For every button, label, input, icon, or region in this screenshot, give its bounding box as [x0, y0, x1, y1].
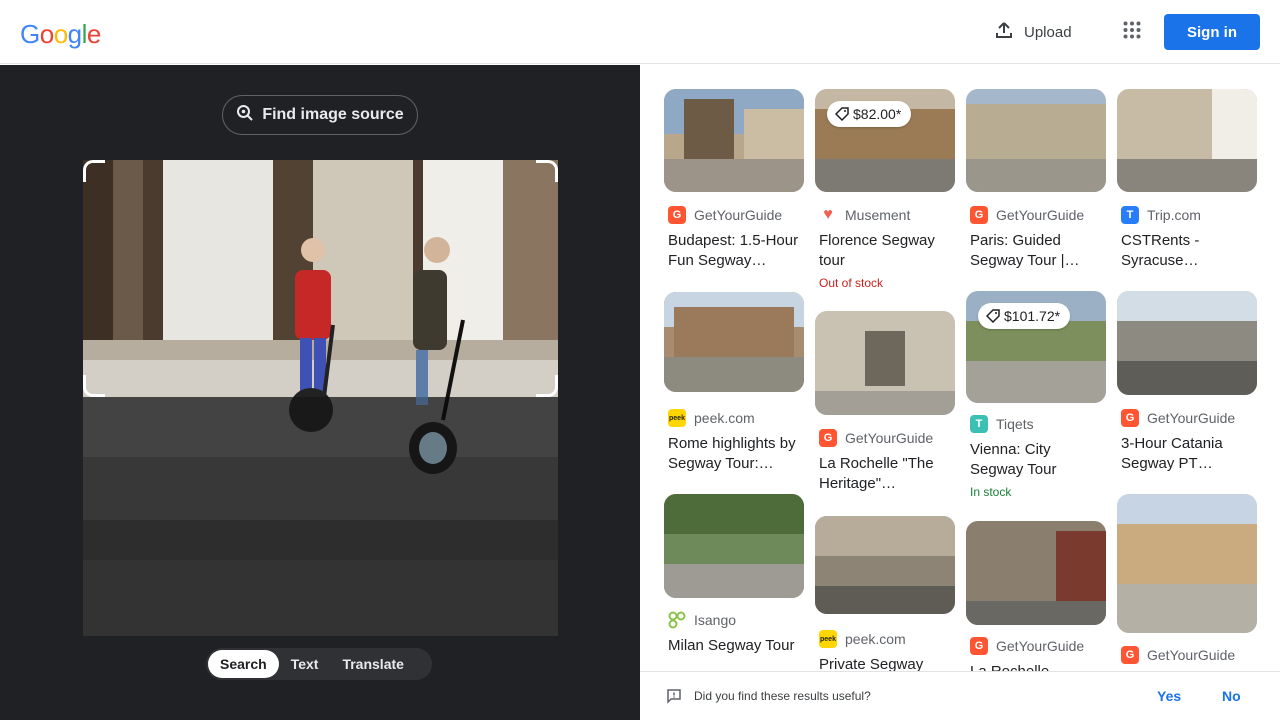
stock-status: In stock	[970, 485, 1012, 499]
apps-grid-icon	[1123, 21, 1141, 44]
feedback-no-button[interactable]: No	[1222, 688, 1241, 704]
lens-search-icon	[236, 104, 254, 127]
result-title[interactable]: Rome highlights by Segway Tour: Boo…	[668, 434, 802, 474]
result-source: T Trip.com	[1121, 206, 1201, 224]
result-source-label: GetYourGuide	[996, 207, 1085, 223]
result-source: G GetYourGuide	[819, 429, 933, 447]
result-source: ♥ Musement	[819, 206, 910, 224]
feedback-yes-button[interactable]: Yes	[1157, 688, 1181, 704]
result-thumbnail[interactable]	[815, 516, 955, 614]
feedback-icon	[666, 688, 682, 709]
result-title[interactable]: La Rochelle "The Heritage" Segway…	[819, 454, 953, 494]
result-title[interactable]: Florence Segway tour	[819, 231, 953, 271]
gyg-icon: G	[1121, 409, 1139, 427]
price-tag-icon	[986, 309, 1000, 323]
result-title[interactable]: Paris: Guided Segway Tour |…	[970, 231, 1104, 271]
logo-letter: o	[39, 19, 54, 49]
result-thumbnail[interactable]	[1117, 291, 1257, 395]
result-title[interactable]: Milan Segway Tour	[668, 636, 802, 656]
result-source-label: GetYourGuide	[1147, 647, 1236, 663]
google-apps-button[interactable]	[1114, 14, 1150, 50]
google-logo[interactable]: Google	[20, 19, 101, 50]
result-source: G GetYourGuide	[1121, 646, 1235, 664]
result-source: T Tiqets	[970, 415, 1034, 433]
result-source-label: GetYourGuide	[694, 207, 783, 223]
result-thumbnail[interactable]	[966, 521, 1106, 625]
result-source-label: Tiqets	[996, 416, 1034, 432]
visual-matches-grid: G GetYourGuide Budapest: 1.5-Hour Fun Se…	[640, 65, 1280, 671]
price-tag-icon	[835, 107, 849, 121]
result-thumbnail[interactable]	[966, 89, 1106, 192]
result-source-label: peek.com	[845, 631, 906, 647]
top-header: Google Upload Sign in	[0, 0, 1280, 64]
find-image-source-label: Find image source	[262, 106, 404, 123]
logo-letter: G	[20, 19, 40, 49]
result-source-label: Isango	[694, 612, 737, 628]
price-badge: $101.72*	[978, 303, 1071, 329]
result-source: G GetYourGuide	[970, 206, 1084, 224]
result-source: peek peek.com	[668, 409, 755, 427]
gyg-icon: G	[1121, 646, 1139, 664]
result-source: G GetYourGuide	[970, 637, 1084, 655]
sign-in-button[interactable]: Sign in	[1164, 14, 1260, 50]
price-badge: $82.00*	[827, 101, 912, 127]
result-title[interactable]: 3-Hour Catania Segway PT…	[1121, 434, 1255, 474]
logo-letter: e	[86, 19, 101, 49]
gyg-icon: G	[819, 429, 837, 447]
result-thumbnail[interactable]	[664, 494, 804, 598]
result-source-label: GetYourGuide	[1147, 410, 1236, 426]
result-title[interactable]: Private Segway	[819, 655, 953, 671]
result-title[interactable]: CSTRents - Syracuse Segway…	[1121, 231, 1255, 271]
result-source-label: Musement	[845, 207, 911, 223]
result-thumbnail[interactable]	[664, 292, 804, 392]
upload-label: Upload	[1024, 23, 1072, 41]
peek-icon: peek	[819, 630, 837, 648]
logo-letter: g	[67, 19, 82, 49]
result-source-label: GetYourGuide	[845, 430, 934, 446]
heart-icon: ♥	[823, 206, 833, 223]
result-thumbnail[interactable]	[1117, 494, 1257, 633]
result-source: G GetYourGuide	[1121, 409, 1235, 427]
tiqets-icon: T	[970, 415, 988, 433]
tab-text[interactable]: Text	[279, 650, 331, 678]
result-title[interactable]: Budapest: 1.5-Hour Fun Segway…	[668, 231, 802, 271]
tab-search[interactable]: Search	[208, 650, 279, 678]
gyg-icon: G	[970, 637, 988, 655]
peek-icon: peek	[668, 409, 686, 427]
query-image[interactable]	[83, 160, 558, 636]
tripcom-icon: T	[1121, 206, 1139, 224]
result-title[interactable]: La Rochelle	[970, 662, 1104, 671]
crop-handle-top-right[interactable]	[536, 160, 558, 182]
price-label: $101.72*	[1004, 308, 1061, 324]
result-source: G GetYourGuide	[668, 206, 782, 224]
upload-button[interactable]: Upload	[984, 16, 1082, 48]
result-source: Isango	[668, 611, 736, 629]
crop-handle-bottom-left[interactable]	[83, 375, 105, 397]
find-image-source-button[interactable]: Find image source	[222, 95, 418, 135]
logo-letter: o	[53, 19, 68, 49]
feedback-question: Did you find these results useful?	[694, 689, 871, 703]
stock-status: Out of stock	[819, 276, 884, 290]
isango-icon	[668, 611, 686, 629]
result-title[interactable]: Vienna: City Segway Tour	[970, 440, 1104, 480]
lens-panel: Find image source Search Text Translate	[0, 65, 640, 720]
price-label: $82.00*	[853, 106, 902, 122]
result-thumbnail[interactable]	[815, 311, 955, 415]
result-thumbnail[interactable]: $101.72*	[966, 291, 1106, 403]
result-source-label: GetYourGuide	[996, 638, 1085, 654]
result-thumbnail[interactable]	[1117, 89, 1257, 192]
feedback-bar: Did you find these results useful? Yes N…	[640, 671, 1280, 720]
result-source: peek peek.com	[819, 630, 906, 648]
result-thumbnail[interactable]: $82.00*	[815, 89, 955, 192]
gyg-icon: G	[668, 206, 686, 224]
upload-icon	[994, 20, 1014, 44]
lens-mode-tabs: Search Text Translate	[206, 648, 432, 680]
result-source-label: Trip.com	[1147, 207, 1201, 223]
gyg-icon: G	[970, 206, 988, 224]
result-source-label: peek.com	[694, 410, 755, 426]
crop-handle-bottom-right[interactable]	[536, 375, 558, 397]
result-thumbnail[interactable]	[664, 89, 804, 192]
crop-handle-top-left[interactable]	[83, 160, 105, 182]
tab-translate[interactable]: Translate	[330, 650, 415, 678]
